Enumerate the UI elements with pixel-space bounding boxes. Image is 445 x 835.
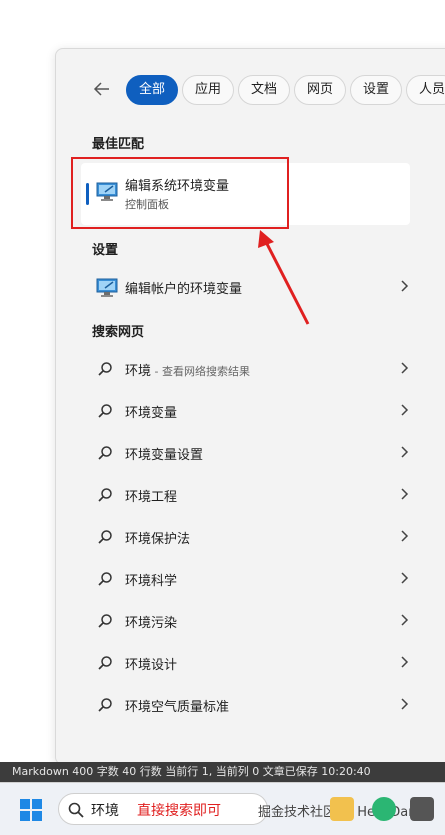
search-icon	[67, 801, 85, 823]
chevron-right-icon	[398, 654, 410, 670]
web-search-label: 环境 - 查看网络搜索结果	[125, 360, 250, 379]
web-search-item[interactable]: 环境科学	[81, 560, 410, 598]
search-icon	[97, 361, 113, 377]
chevron-right-icon	[398, 360, 410, 376]
web-search-term: 环境科学	[125, 574, 178, 589]
section-web-search: 搜索网页	[92, 325, 145, 340]
web-search-hint: - 查看网络搜索结果	[151, 365, 250, 378]
editor-status-bar: Markdown 400 字数 40 行数 当前行 1, 当前列 0 文章已保存…	[0, 762, 445, 782]
section-best-match: 最佳匹配	[92, 137, 145, 152]
web-search-term: 环境污染	[125, 616, 178, 631]
web-search-label: 环境工程	[125, 486, 177, 505]
taskbar: 环境 直接搜索即可 掘金技术社区 @ HelloDam	[0, 782, 445, 835]
settings-item-edit-user-env[interactable]: 编辑帐户的环境变量	[81, 268, 410, 306]
filter-bar: 全部 应用 文档 网页 设置 人员	[56, 75, 445, 107]
folder-icon[interactable]	[330, 797, 354, 821]
web-search-item[interactable]: 环境污染	[81, 602, 410, 640]
web-search-item[interactable]: 环境 - 查看网络搜索结果	[81, 350, 410, 388]
tab-web[interactable]: 网页	[294, 75, 346, 105]
chevron-right-icon	[398, 278, 410, 294]
settings-item-label: 编辑帐户的环境变量	[125, 282, 243, 297]
web-search-term: 环境空气质量标准	[125, 700, 230, 715]
taskbar-search-value: 环境	[91, 803, 119, 819]
web-search-label: 环境污染	[125, 612, 177, 631]
control-panel-monitor-icon	[95, 277, 119, 303]
web-search-term: 环境工程	[125, 490, 178, 505]
search-icon	[97, 403, 113, 419]
annotation-arrow	[258, 230, 310, 325]
taskbar-search-box[interactable]: 环境 直接搜索即可	[58, 793, 268, 825]
web-search-term: 环境变量设置	[125, 448, 204, 463]
search-icon	[97, 487, 113, 503]
web-search-item[interactable]: 环境空气质量标准	[81, 686, 410, 724]
search-icon	[97, 571, 113, 587]
web-search-item[interactable]: 环境工程	[81, 476, 410, 514]
search-icon	[97, 655, 113, 671]
web-search-item[interactable]: 环境保护法	[81, 518, 410, 556]
browser-icon[interactable]	[372, 797, 396, 821]
chevron-right-icon	[398, 486, 410, 502]
tab-documents[interactable]: 文档	[238, 75, 290, 105]
back-arrow-icon[interactable]	[92, 79, 114, 101]
search-icon	[97, 445, 113, 461]
app-icon[interactable]	[410, 797, 434, 821]
desktop-background	[0, 0, 55, 760]
tab-apps[interactable]: 应用	[182, 75, 234, 105]
search-icon	[97, 613, 113, 629]
search-panel: 全部 应用 文档 网页 设置 人员 最佳匹配 编辑系统环境变量 控制面板 设置	[55, 48, 445, 765]
chevron-right-icon	[398, 402, 410, 418]
search-icon	[97, 529, 113, 545]
web-search-item[interactable]: 环境变量	[81, 392, 410, 430]
annotation-highlight-box	[71, 157, 289, 229]
web-search-label: 环境变量设置	[125, 444, 203, 463]
web-search-label: 环境设计	[125, 654, 177, 673]
section-settings: 设置	[92, 243, 119, 258]
web-search-label: 环境保护法	[125, 528, 190, 547]
windows-start-icon[interactable]	[20, 799, 42, 821]
tab-people[interactable]: 人员	[406, 75, 445, 105]
chevron-right-icon	[398, 528, 410, 544]
web-search-term: 环境	[125, 364, 152, 379]
chevron-right-icon	[398, 612, 410, 628]
web-search-term: 环境变量	[125, 406, 178, 421]
tab-settings[interactable]: 设置	[350, 75, 402, 105]
chevron-right-icon	[398, 444, 410, 460]
chevron-right-icon	[398, 570, 410, 586]
tab-all[interactable]: 全部	[126, 75, 178, 105]
chevron-right-icon	[398, 696, 410, 712]
search-icon	[97, 697, 113, 713]
web-search-label: 环境科学	[125, 570, 177, 589]
web-search-term: 环境设计	[125, 658, 178, 673]
web-search-label: 环境变量	[125, 402, 177, 421]
web-search-item[interactable]: 环境设计	[81, 644, 410, 682]
web-search-label: 环境空气质量标准	[125, 696, 229, 715]
annotation-text: 直接搜索即可	[137, 803, 221, 819]
web-search-item[interactable]: 环境变量设置	[81, 434, 410, 472]
web-search-term: 环境保护法	[125, 532, 191, 547]
